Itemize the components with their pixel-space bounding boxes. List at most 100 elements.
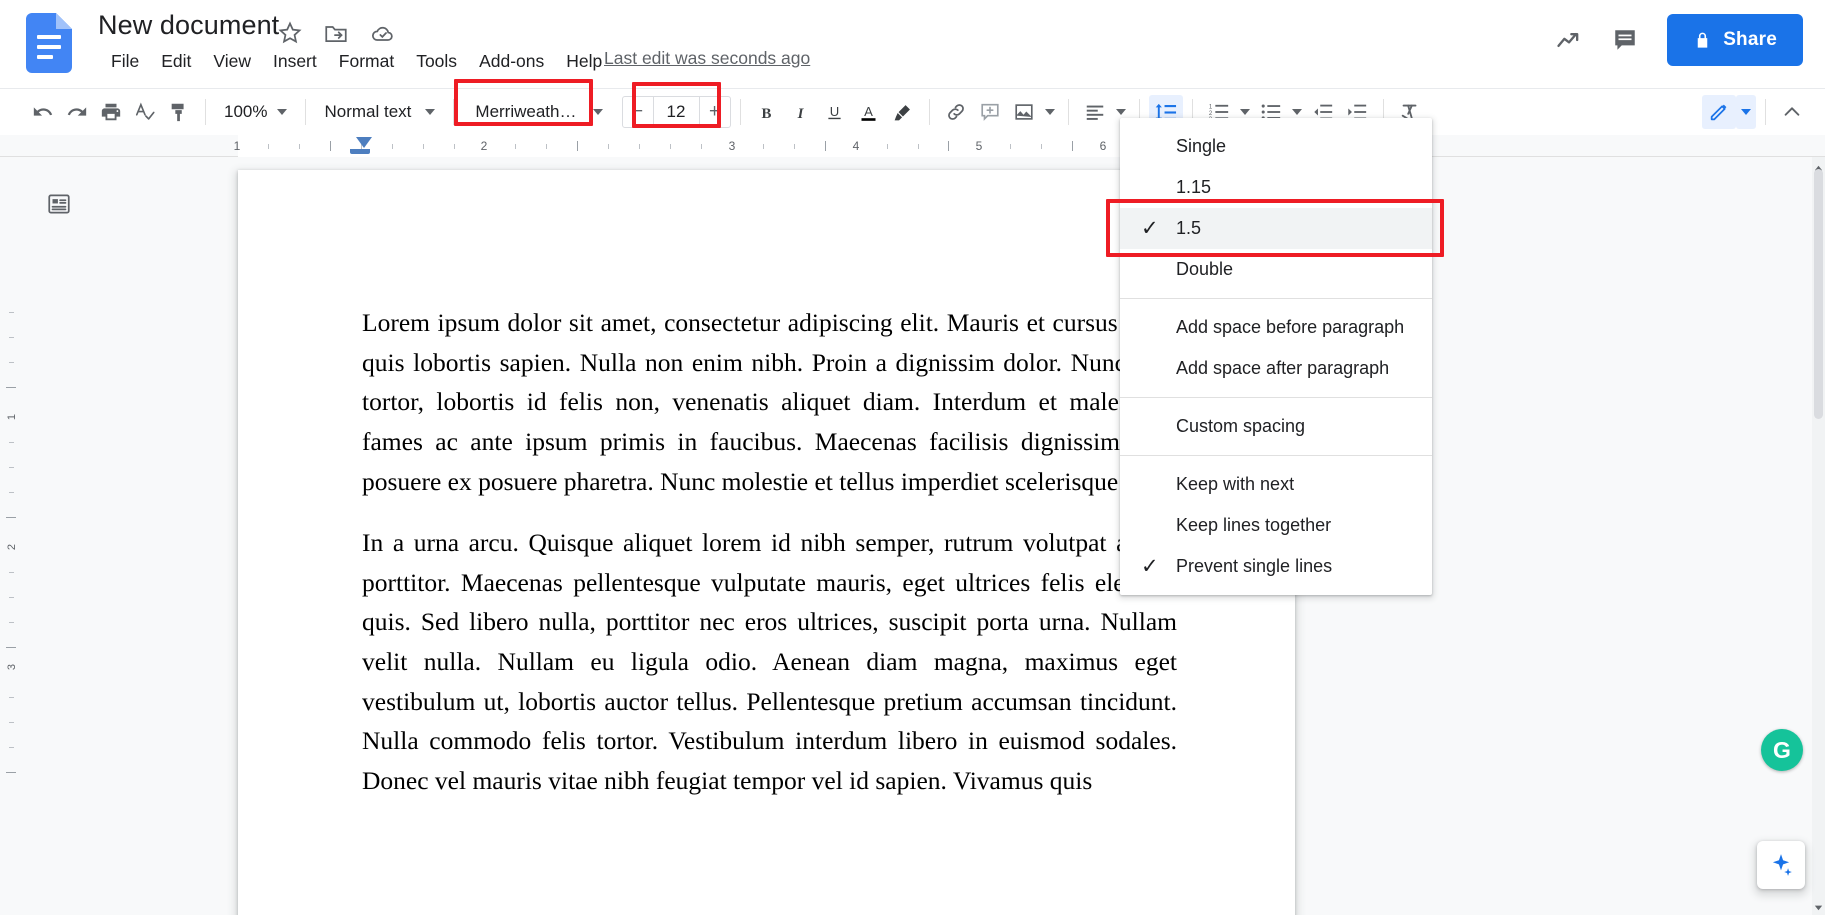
- left-indent-marker[interactable]: [350, 149, 370, 154]
- chevron-down-icon: [277, 109, 288, 115]
- menu-item-double[interactable]: Double: [1120, 249, 1432, 290]
- editing-mode-dropdown[interactable]: [1736, 95, 1756, 129]
- toolbar-divider: [453, 99, 455, 125]
- menu-item-view[interactable]: View: [202, 48, 262, 75]
- title-bar: New document File Edit View Insert Forma…: [0, 0, 1825, 88]
- first-line-indent-marker[interactable]: [356, 137, 372, 148]
- chevron-down-icon: [1239, 109, 1250, 115]
- cloud-saved-icon[interactable]: [370, 20, 396, 46]
- share-button[interactable]: Share: [1667, 14, 1803, 66]
- scrollbar-thumb[interactable]: [1814, 169, 1823, 419]
- add-comment-icon[interactable]: [973, 95, 1007, 129]
- paragraph-style-select[interactable]: Normal text: [315, 95, 444, 129]
- menu-item-label: Double: [1176, 259, 1234, 279]
- menu-item-add-space-before[interactable]: Add space before paragraph: [1120, 307, 1432, 348]
- svg-text:B: B: [762, 105, 772, 121]
- last-edit-status[interactable]: Last edit was seconds ago: [604, 48, 810, 69]
- menu-divider: [1120, 455, 1432, 456]
- activity-dashboard-icon[interactable]: [1541, 12, 1597, 68]
- chevron-down-icon: [1291, 109, 1302, 115]
- move-to-folder-icon[interactable]: [323, 20, 349, 46]
- redo-icon[interactable]: [60, 95, 94, 129]
- menu-item-label: Add space after paragraph: [1176, 358, 1390, 378]
- menu-item-single[interactable]: Single: [1120, 126, 1432, 167]
- menu-item-keep-lines-together[interactable]: Keep lines together: [1120, 505, 1432, 546]
- menu-item-label: 1.5: [1176, 218, 1202, 238]
- font-size-increase-button[interactable]: +: [700, 97, 730, 127]
- toolbar-divider: [928, 99, 930, 125]
- menu-item-1-15[interactable]: 1.15: [1120, 167, 1432, 208]
- menu-item-custom-spacing[interactable]: Custom spacing: [1120, 406, 1432, 447]
- ruler-number: 3: [6, 663, 18, 671]
- horizontal-ruler[interactable]: 1 2 3 4 5 6: [0, 135, 1825, 157]
- chevron-down-icon: [1741, 109, 1751, 115]
- chevron-down-icon: [1044, 109, 1055, 115]
- align-left-icon[interactable]: [1078, 95, 1112, 129]
- toolbar-divider: [305, 99, 307, 125]
- insert-link-icon[interactable]: [939, 95, 973, 129]
- menu-item-label: Keep with next: [1176, 474, 1295, 494]
- underline-button[interactable]: U: [818, 95, 852, 129]
- ruler-number: 1: [6, 413, 18, 421]
- font-size-stepper: − 12 +: [621, 96, 731, 128]
- share-label: Share: [1723, 29, 1777, 50]
- menu-item-label: Add space before paragraph: [1176, 317, 1405, 337]
- menu-divider: [1120, 397, 1432, 398]
- italic-button[interactable]: I: [784, 95, 818, 129]
- google-docs-logo[interactable]: [26, 13, 72, 73]
- zoom-value: 100%: [224, 102, 268, 121]
- explore-button[interactable]: [1757, 841, 1805, 889]
- scroll-down-arrow-icon[interactable]: [1813, 900, 1824, 911]
- collapse-toolbar-icon[interactable]: [1775, 95, 1809, 129]
- text-color-button[interactable]: A: [852, 95, 886, 129]
- font-size-decrease-button[interactable]: −: [623, 97, 653, 127]
- star-icon[interactable]: [277, 20, 303, 46]
- paragraph: Lorem ipsum dolor sit amet, consectetur …: [362, 308, 1177, 496]
- grammarly-label: G: [1773, 736, 1791, 763]
- paint-format-icon[interactable]: [162, 95, 196, 129]
- menu-item-add-ons[interactable]: Add-ons: [468, 48, 555, 75]
- vertical-ruler: 1 2 3: [0, 157, 22, 915]
- menu-item-insert[interactable]: Insert: [262, 48, 328, 75]
- ruler-number: 2: [6, 543, 18, 551]
- menu-item-prevent-single-lines[interactable]: ✓ Prevent single lines: [1120, 546, 1432, 587]
- menu-item-keep-with-next[interactable]: Keep with next: [1120, 464, 1432, 505]
- print-icon[interactable]: [94, 95, 128, 129]
- editing-mode-button[interactable]: [1702, 95, 1736, 129]
- menu-item-edit[interactable]: Edit: [150, 48, 202, 75]
- zoom-select[interactable]: 100%: [215, 95, 296, 129]
- menu-item-add-space-after[interactable]: Add space after paragraph: [1120, 348, 1432, 389]
- spelling-check-icon[interactable]: [128, 95, 162, 129]
- menu-item-format[interactable]: Format: [328, 48, 405, 75]
- menu-item-label: Keep lines together: [1176, 515, 1332, 535]
- font-size-input[interactable]: 12: [652, 97, 700, 127]
- font-family-select[interactable]: Merriweath…: [463, 95, 614, 129]
- comments-icon[interactable]: [1597, 12, 1653, 68]
- menu-item-tools[interactable]: Tools: [405, 48, 468, 75]
- document-title[interactable]: New document: [98, 10, 279, 41]
- document-outline-icon[interactable]: [42, 187, 76, 221]
- menu-item-1-5[interactable]: ✓ 1.5: [1120, 208, 1432, 249]
- chevron-down-icon: [425, 109, 436, 115]
- svg-text:1: 1: [1208, 104, 1212, 110]
- undo-icon[interactable]: [26, 95, 60, 129]
- menu-item-label: 1.15: [1176, 177, 1212, 197]
- grammarly-badge[interactable]: G: [1761, 729, 1803, 771]
- svg-text:U: U: [830, 104, 839, 119]
- insert-image-icon[interactable]: [1007, 95, 1041, 129]
- menu-item-label: Custom spacing: [1176, 416, 1306, 436]
- document-body[interactable]: Lorem ipsum dolor sit amet, consectetur …: [362, 303, 1177, 823]
- menu-item-file[interactable]: File: [100, 48, 150, 75]
- chevron-down-icon: [592, 109, 603, 115]
- paragraph: In a urna arcu. Quisque aliquet lorem id…: [362, 528, 1177, 796]
- font-family-container: Merriweath…: [454, 79, 614, 129]
- svg-text:A: A: [864, 104, 873, 119]
- ruler-number: 3: [728, 139, 736, 153]
- checkmark-icon: ✓: [1141, 217, 1159, 240]
- vertical-scrollbar[interactable]: [1812, 157, 1825, 915]
- highlighter-icon[interactable]: [886, 95, 920, 129]
- ruler-number: 1: [233, 139, 241, 153]
- insert-image-dropdown[interactable]: [1041, 95, 1059, 129]
- ruler-number: 6: [1099, 139, 1107, 153]
- bold-button[interactable]: B: [750, 95, 784, 129]
